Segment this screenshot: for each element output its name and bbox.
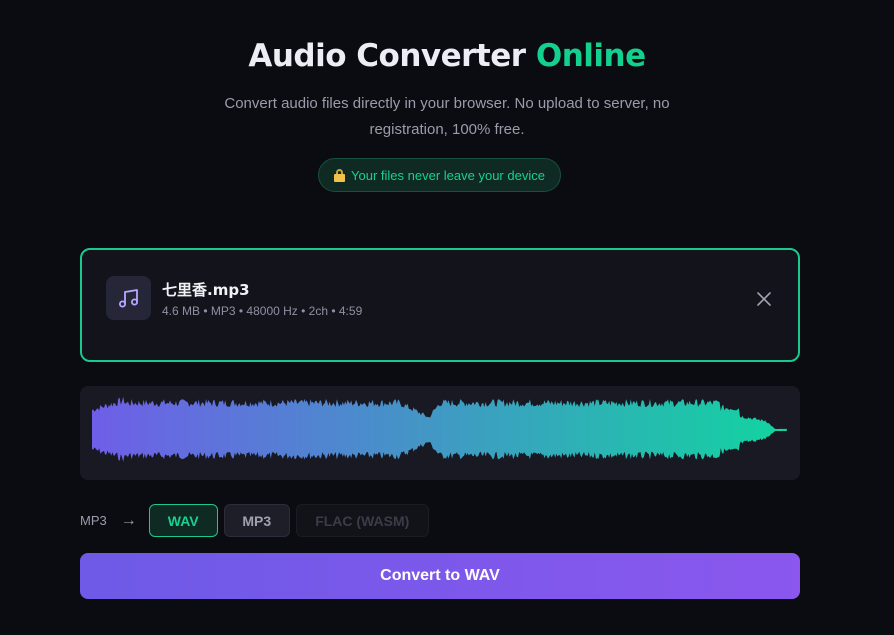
remove-file-button[interactable] — [752, 287, 776, 311]
source-format-label: MP3 — [80, 513, 107, 528]
arrow-icon: → — [120, 511, 137, 529]
file-card: 七里香.mp3 4.6 MB • MP3 • 48000 Hz • 2ch • … — [80, 248, 800, 362]
format-wav-button[interactable]: WAV — [148, 504, 218, 537]
privacy-badge: Your files never leave your device — [318, 158, 561, 192]
privacy-badge-label: Your files never leave your device — [351, 167, 545, 183]
waveform-graphic — [92, 396, 787, 462]
page-title: Audio Converter Online — [0, 38, 894, 74]
convert-button[interactable]: Convert to WAV — [80, 553, 800, 599]
close-icon — [757, 292, 771, 306]
format-mp3-button[interactable]: MP3 — [223, 504, 290, 537]
page-subtitle: Convert audio files directly in your bro… — [224, 95, 670, 138]
title-accent: Online — [535, 38, 646, 74]
format-selector: MP3 → WAV MP3 FLAC (WASM) — [80, 504, 435, 537]
title-main: Audio Converter — [248, 38, 526, 74]
waveform-display[interactable] — [80, 386, 800, 480]
music-note-icon — [106, 276, 151, 320]
file-name: 七里香.mp3 — [162, 281, 250, 299]
format-flac-button: FLAC (WASM) — [295, 504, 429, 537]
lock-icon — [334, 168, 346, 182]
file-meta: 4.6 MB • MP3 • 48000 Hz • 2ch • 4:59 — [162, 304, 363, 318]
